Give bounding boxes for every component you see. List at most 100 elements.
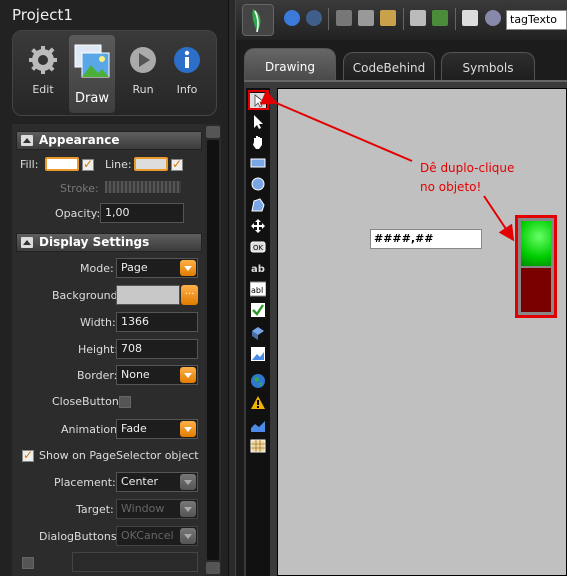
search-icon[interactable] — [485, 10, 501, 26]
scroll-thumb[interactable] — [207, 140, 219, 560]
ellipsis-icon[interactable]: … — [181, 285, 198, 305]
text-display-object[interactable]: ####,## — [370, 229, 482, 249]
cut-icon[interactable] — [336, 10, 352, 26]
toolbar-separator — [455, 8, 456, 30]
show-on-selector-label: Show on PageSelector object — [39, 449, 199, 462]
mode-edit-button[interactable]: Edit — [21, 31, 65, 117]
scroll-up-icon[interactable] — [206, 126, 220, 138]
cut-off-field[interactable] — [72, 552, 198, 572]
textbox-tool-icon[interactable]: abl — [250, 281, 266, 297]
fill-checkbox[interactable] — [82, 157, 94, 171]
mode-bar: Edit Draw Run Info — [12, 30, 217, 116]
annotation-line-2: no objeto! — [420, 180, 482, 194]
redo-icon[interactable] — [306, 10, 322, 26]
mode-label: Mode: — [80, 262, 114, 275]
project-title: Project1 — [12, 6, 73, 24]
play-icon — [130, 47, 156, 73]
annotation-highlight-box — [248, 90, 269, 110]
chevron-down-icon[interactable] — [180, 367, 196, 383]
shapes-tool-icon[interactable] — [250, 325, 266, 341]
gauge-off-indicator — [521, 268, 551, 312]
collapse-icon[interactable] — [21, 237, 33, 248]
fill-color-swatch[interactable] — [45, 157, 79, 171]
tab-symbols[interactable]: Symbols — [441, 52, 535, 80]
line-checkbox[interactable] — [171, 157, 183, 171]
show-on-selector-checkbox[interactable] — [22, 448, 34, 462]
app-logo[interactable] — [242, 4, 274, 36]
chevron-down-icon[interactable] — [180, 474, 196, 490]
globe-icon[interactable] — [250, 373, 266, 389]
height-field[interactable]: 708 — [116, 339, 198, 359]
annotation-text: Dê duplo-clique no objeto! — [420, 159, 560, 197]
paste-icon[interactable] — [380, 10, 396, 26]
mode-info-button[interactable]: Info — [165, 31, 209, 117]
annotation-line-1: Dê duplo-clique — [420, 161, 515, 175]
placement-label: Placement: — [54, 476, 116, 489]
chevron-down-icon[interactable] — [180, 421, 196, 437]
ellipse-icon[interactable] — [250, 176, 266, 192]
polygon-icon[interactable] — [250, 197, 266, 213]
label-tool-icon[interactable]: ab — [250, 260, 266, 276]
properties-scrollbar[interactable] — [205, 124, 221, 576]
border-label: Border: — [77, 369, 118, 382]
appearance-section-header[interactable]: Appearance — [16, 131, 202, 150]
dialogbuttons-label: DialogButtons: — [39, 530, 121, 543]
pointer-icon[interactable] — [250, 114, 266, 130]
button-tool-icon[interactable]: OK — [250, 239, 266, 255]
document-icon[interactable] — [462, 10, 478, 26]
leaf-logo-icon — [252, 9, 261, 33]
image-tool-icon[interactable] — [250, 346, 266, 362]
target-label: Target: — [76, 503, 114, 516]
opacity-label: Opacity: — [55, 207, 101, 220]
chevron-down-icon[interactable] — [180, 501, 196, 517]
animation-label: Animation: — [61, 423, 121, 436]
chevron-down-icon[interactable] — [180, 260, 196, 276]
width-field[interactable]: 1366 — [116, 312, 198, 332]
warning-icon[interactable] — [250, 395, 266, 411]
pane-splitter[interactable] — [228, 0, 236, 576]
svg-text:OK: OK — [253, 244, 264, 252]
copy-icon[interactable] — [358, 10, 374, 26]
fill-label: Fill: — [20, 158, 39, 171]
picture-icon — [74, 44, 110, 78]
grid-tool-icon[interactable] — [250, 438, 266, 454]
closebutton-checkbox[interactable] — [119, 396, 131, 408]
display-section-header[interactable]: Display Settings — [16, 233, 202, 252]
display-header-label: Display Settings — [39, 235, 150, 249]
line-color-swatch[interactable] — [134, 157, 168, 171]
upload-icon[interactable] — [432, 10, 448, 26]
info-icon — [174, 47, 200, 73]
checkbox-tool-icon[interactable] — [250, 302, 266, 318]
trend-chart-icon[interactable] — [250, 418, 266, 434]
tag-select[interactable]: tagTexto — [506, 10, 567, 30]
left-panel: Project1 Edit Draw Run Info Appearance F… — [0, 0, 228, 576]
cut-off-checkbox[interactable] — [22, 557, 34, 569]
closebutton-label: CloseButton: — [52, 395, 123, 408]
move-icon[interactable] — [250, 218, 266, 234]
width-label: Width: — [80, 316, 116, 329]
collapse-icon[interactable] — [21, 135, 33, 146]
mode-edit-label: Edit — [32, 83, 54, 96]
undo-icon[interactable] — [284, 10, 300, 26]
hand-icon[interactable] — [250, 134, 266, 150]
scroll-down-icon[interactable] — [206, 562, 220, 574]
mode-run-button[interactable]: Run — [121, 31, 165, 117]
tab-drawing[interactable]: Drawing — [244, 48, 336, 80]
chevron-down-icon[interactable] — [180, 528, 196, 544]
mode-draw-label: Draw — [75, 91, 109, 106]
background-label: Background: — [52, 289, 122, 302]
stroke-field[interactable] — [105, 181, 181, 193]
background-color-field[interactable] — [116, 285, 180, 305]
mode-info-label: Info — [176, 83, 198, 96]
gauge-on-indicator — [521, 221, 551, 266]
mode-draw-button[interactable]: Draw — [69, 35, 115, 113]
toolbar-separator — [328, 8, 329, 30]
height-label: Height: — [78, 343, 119, 356]
opacity-field[interactable]: 1,00 — [100, 203, 184, 223]
tab-codebehind[interactable]: CodeBehind — [343, 52, 435, 80]
properties-panel: Appearance Fill: Line: Stroke: Opacity: … — [12, 124, 205, 576]
print-icon[interactable] — [410, 10, 426, 26]
rectangle-icon[interactable] — [250, 155, 266, 171]
gauge-object[interactable] — [515, 215, 557, 318]
stroke-label: Stroke: — [60, 182, 99, 195]
